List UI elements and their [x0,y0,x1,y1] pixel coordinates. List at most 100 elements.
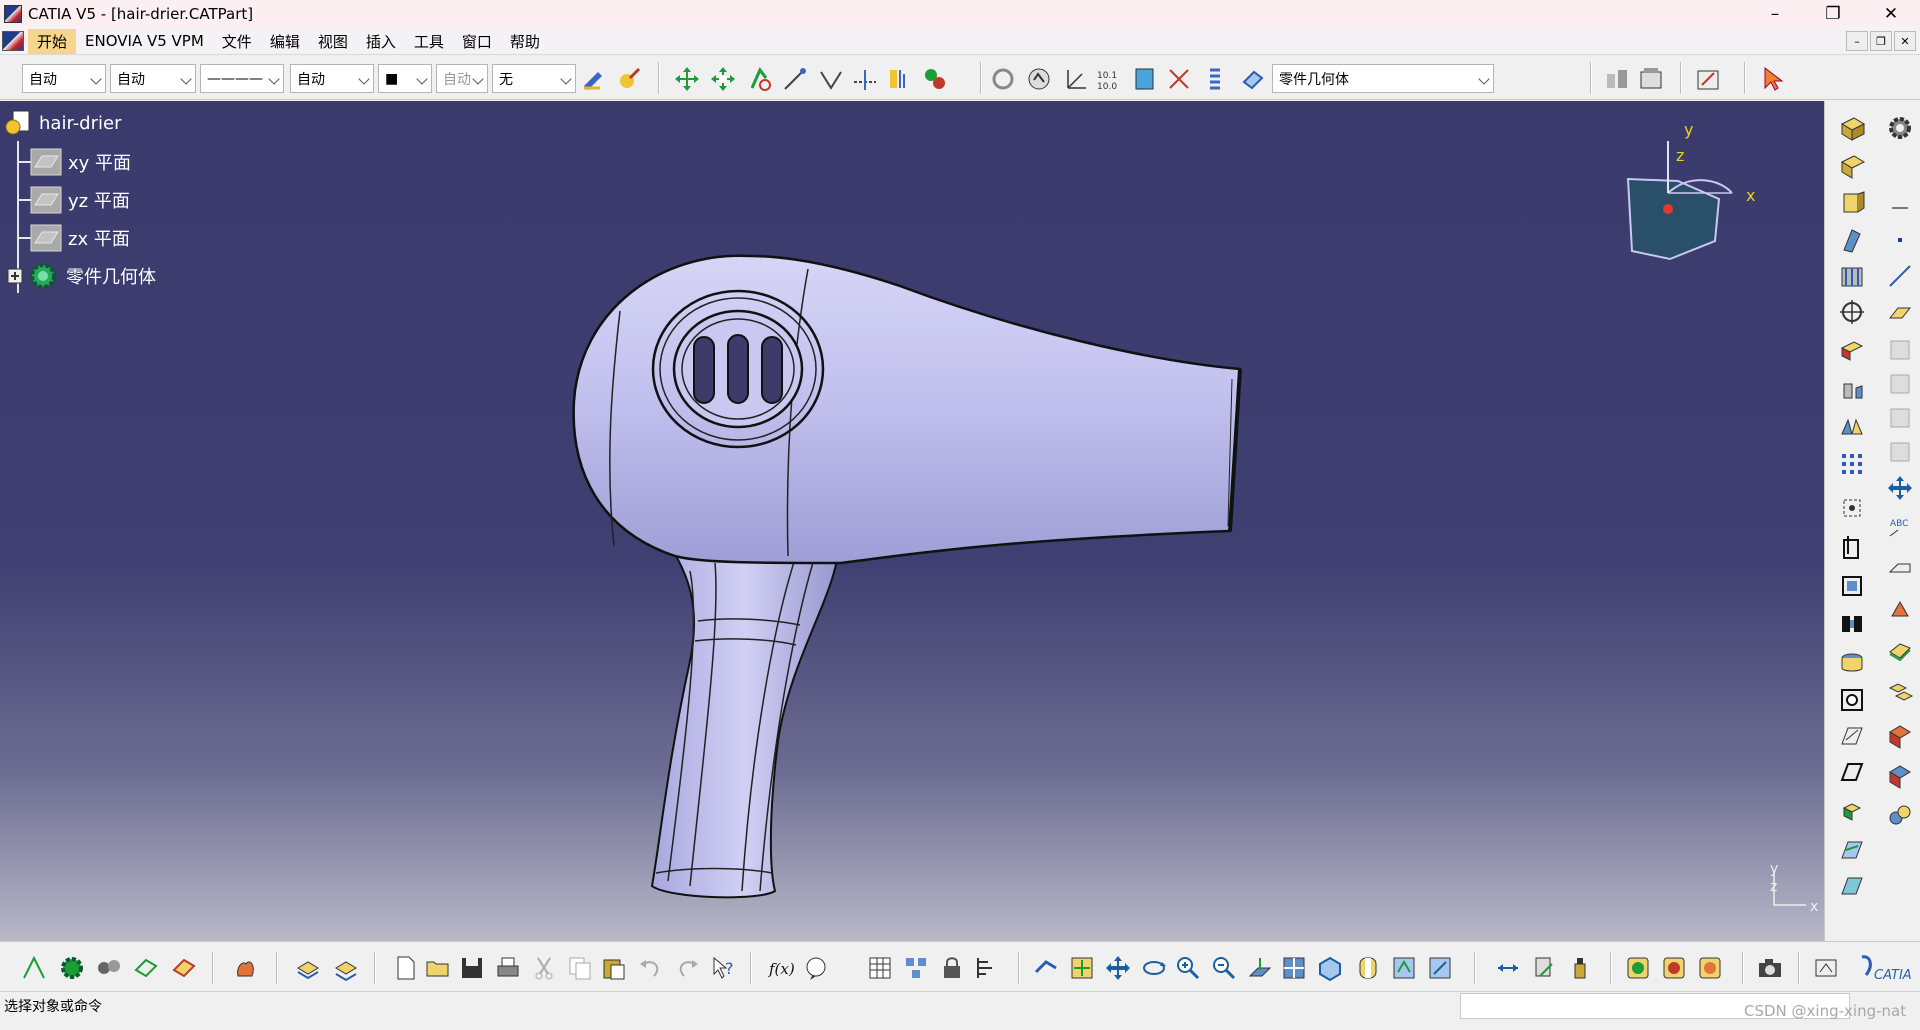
whats-this-icon[interactable]: ? [710,954,738,982]
measure-item-icon[interactable] [818,66,844,92]
thread-icon[interactable] [1837,835,1867,865]
graphic-properties-icon[interactable] [616,66,642,92]
scan-icon[interactable] [1202,66,1228,92]
double-cog-icon[interactable] [94,954,122,982]
close-surface-icon[interactable] [1837,609,1867,639]
parameters-icon[interactable] [972,954,1000,982]
snap-icon[interactable] [746,66,772,92]
print-icon[interactable] [494,954,522,982]
doc-restore-button[interactable]: ❐ [1870,31,1892,51]
zoom-in-icon[interactable] [1174,954,1202,982]
doc-close-button[interactable]: ✕ [1894,31,1916,51]
shading-icon[interactable] [1354,954,1382,982]
part-design-icon[interactable] [170,954,198,982]
hand-tool-icon[interactable] [232,954,260,982]
thick-surface-icon[interactable] [1837,571,1867,601]
pad-icon[interactable] [1837,113,1867,143]
chamfer-icon[interactable] [1837,333,1867,363]
fit-all-icon[interactable] [1068,954,1096,982]
hide-show-icon[interactable] [1390,954,1418,982]
sketch-edit-icon[interactable] [1837,721,1867,751]
check-constraints-icon[interactable] [1166,66,1192,92]
surface-icon[interactable] [1885,635,1915,665]
menu-window[interactable]: 窗口 [453,29,501,54]
paste-icon[interactable] [600,954,628,982]
cog-icon[interactable] [58,954,86,982]
translate-icon[interactable] [1885,473,1915,503]
camera-icon[interactable] [1756,954,1784,982]
menu-help[interactable]: 帮助 [501,29,549,54]
reactions-icon[interactable] [332,954,360,982]
thickness-combo[interactable]: 自动 [290,64,374,93]
measure-distance-icon[interactable] [852,66,878,92]
formula-icon[interactable]: 10.1 10.0 [1096,66,1122,92]
flag-note-icon[interactable] [1885,551,1915,581]
rib-icon[interactable] [1837,225,1867,255]
catalog-icon[interactable] [1132,66,1158,92]
remove-body-icon[interactable] [1885,761,1915,791]
lock-icon[interactable] [938,954,966,982]
linetype-combo[interactable]: ———— [200,64,284,93]
close-button[interactable]: ✕ [1862,0,1920,28]
annotation-text-icon[interactable]: ABC [1885,513,1915,543]
update-icon[interactable] [990,66,1016,92]
assemble-icon[interactable] [1885,677,1915,707]
pocket-icon[interactable] [1837,151,1867,181]
plane-tool-icon[interactable] [1885,297,1915,327]
menu-file[interactable]: 文件 [213,29,261,54]
fillet-icon[interactable] [1837,297,1867,327]
catalog-browser-icon[interactable] [902,954,930,982]
render-yellow-icon[interactable] [1624,954,1652,982]
menu-enovia[interactable]: ENOVIA V5 VPM [76,30,213,52]
point-icon[interactable] [1885,225,1915,255]
settings-gear-icon[interactable] [1885,113,1915,143]
draft-icon[interactable] [1837,373,1867,403]
rect-pattern-icon[interactable] [1837,449,1867,479]
render-red-icon[interactable] [1660,954,1688,982]
apply-material-icon[interactable] [922,66,948,92]
draft-analysis-icon[interactable] [1837,871,1867,901]
iso-view-icon[interactable] [1316,954,1344,982]
shell-icon[interactable] [1837,685,1867,715]
doc-minimize-button[interactable]: – [1846,31,1868,51]
sketch-analysis-icon[interactable] [1026,66,1052,92]
measure-between-icon[interactable] [782,66,808,92]
rotate-icon[interactable] [1140,954,1168,982]
hair-dryer-model[interactable] [0,101,1824,941]
define-work-object-icon[interactable] [1240,66,1266,92]
swap-visible-icon[interactable] [1426,954,1454,982]
document-window-icon[interactable] [2,31,24,51]
formula-fx-icon[interactable]: f(x) [768,954,796,982]
tolerance-icon[interactable] [1885,593,1915,623]
select-icon[interactable] [1760,66,1786,92]
bottle-icon[interactable] [1566,954,1594,982]
swap-view-icon[interactable] [1604,66,1630,92]
line-icon[interactable] [1885,261,1915,291]
multi-section-icon[interactable] [1837,757,1867,787]
split-icon[interactable] [1837,533,1867,563]
rotate-move-icon[interactable] [710,66,736,92]
layer-combo[interactable]: 无 [492,64,576,93]
add-body-icon[interactable] [1885,721,1915,751]
measure-inertia-icon[interactable] [886,66,912,92]
sketcher-icon[interactable] [1696,66,1722,92]
menu-tools[interactable]: 工具 [405,29,453,54]
open-icon[interactable] [424,954,452,982]
axis-system-icon[interactable] [1062,66,1088,92]
knowledge-tool-icon[interactable] [294,954,322,982]
maximize-button[interactable]: ❐ [1804,0,1862,28]
menu-start[interactable]: 开始 [28,28,77,54]
mirror-icon[interactable] [1837,413,1867,443]
3d-viewport[interactable]: hair-drier xy 平面 yz 平面 zx 平面 零件几何体 y z x… [0,101,1824,941]
knowledge-advisor-icon[interactable] [802,954,830,982]
render-mixed-icon[interactable] [1696,954,1724,982]
painter-icon[interactable] [580,66,606,92]
hole-icon[interactable] [1837,261,1867,291]
design-table-icon[interactable] [866,954,894,982]
solid-combine-icon[interactable] [1837,797,1867,827]
menu-view[interactable]: 视图 [309,29,357,54]
normal-view-icon[interactable] [1246,954,1274,982]
capture-icon[interactable] [1812,954,1840,982]
fly-mode-icon[interactable] [1638,66,1664,92]
menu-insert[interactable]: 插入 [357,29,405,54]
